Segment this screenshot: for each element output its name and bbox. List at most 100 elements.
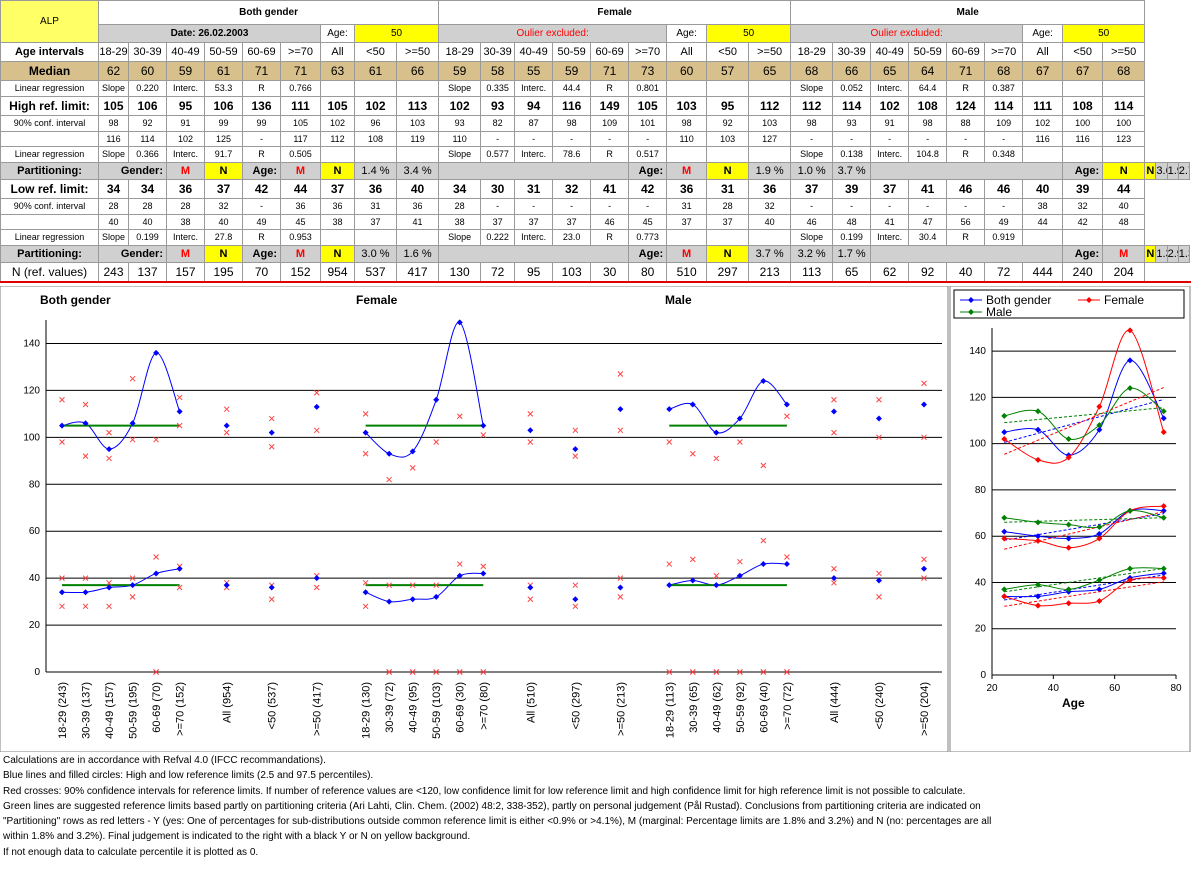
cell-age-intervals: All	[1022, 42, 1064, 62]
cell-lr-high: R	[242, 80, 281, 97]
x-tick-label: <50 (240)	[874, 682, 886, 729]
cell-ci-high-hi: 108	[354, 131, 397, 147]
cell-median: 68	[984, 61, 1024, 81]
cell-median: 62	[98, 61, 129, 81]
row-label-ci-low-lo: 90% conf. interval	[0, 198, 99, 215]
group-title-male: Male	[790, 0, 1146, 25]
cell-ci-low-lo: 28	[128, 198, 167, 215]
cell-ci-high-lo: 93	[438, 115, 482, 132]
cell-n-values: 62	[870, 262, 910, 282]
x-tick-label: >=50 (213)	[615, 682, 627, 736]
cell-ci-low-lo: 31	[666, 198, 708, 215]
cell-ci-high-hi: -	[790, 131, 834, 147]
cell-low-limit: 44	[280, 179, 321, 199]
cell-age-intervals: 18-29	[790, 42, 834, 62]
cell-high-limit: 112	[790, 96, 834, 116]
partition-cell: 1.3 %	[1155, 245, 1168, 263]
cell-lr-low: 30.4	[908, 229, 948, 246]
cell-lr-high2: Interc.	[870, 146, 910, 163]
x-tick-label: 60-69 (70)	[151, 682, 163, 733]
cell-lr-high	[706, 80, 750, 97]
cell-low-limit: 31	[514, 179, 554, 199]
cell-lr-high: Interc.	[514, 80, 554, 97]
cell-median: 59	[166, 61, 205, 81]
cell-lr-low: 23.0	[552, 229, 592, 246]
x-tick-label: All (954)	[222, 682, 234, 723]
cell-low-limit: 32	[552, 179, 592, 199]
cell-ci-high-hi: -	[870, 131, 910, 147]
cell-ci-high-lo: 98	[790, 115, 834, 132]
cell-ci-low-lo: 38	[1022, 198, 1064, 215]
age-label: Age:	[1022, 24, 1064, 43]
cell-ci-high-hi: 102	[166, 131, 205, 147]
cell-low-limit: 34	[98, 179, 129, 199]
cell-lr-high2: 0.505	[280, 146, 321, 163]
y-tick-label: 140	[23, 338, 40, 349]
cell-low-limit: 37	[790, 179, 834, 199]
cell-ci-high-lo: 87	[514, 115, 554, 132]
cell-ci-low-lo: 32	[1062, 198, 1104, 215]
cell-ci-low-lo: -	[908, 198, 948, 215]
cell-lr-high2	[1062, 146, 1104, 163]
cell-lr-low	[320, 229, 355, 246]
x-tick-label: >=70 (80)	[478, 682, 490, 730]
cell-n-values: 417	[395, 262, 440, 282]
x-tick-label: All (510)	[525, 682, 537, 723]
cell-ci-low-hi: 37	[514, 214, 554, 230]
cell-high-limit: 112	[748, 96, 792, 116]
legend-label: Male	[986, 305, 1012, 319]
cell-age-intervals: <50	[354, 42, 397, 62]
panel-title: Both gender	[40, 293, 111, 307]
cell-ci-high-lo: 93	[832, 115, 872, 132]
cell-lr-low: Interc.	[166, 229, 205, 246]
partition-cell: Age:	[1062, 162, 1104, 180]
cell-ci-high-lo: 88	[946, 115, 986, 132]
cell-high-limit: 105	[320, 96, 355, 116]
cell-median: 65	[748, 61, 792, 81]
cell-lr-low	[666, 229, 708, 246]
cell-high-limit: 108	[908, 96, 948, 116]
cell-lr-low	[395, 229, 440, 246]
cell-lr-low: R	[242, 229, 281, 246]
main-plot-area	[46, 320, 942, 672]
cell-ci-high-lo: 99	[204, 115, 243, 132]
cell-age-intervals: All	[666, 42, 708, 62]
cell-median: 73	[628, 61, 668, 81]
cell-ci-high-hi: -	[984, 131, 1024, 147]
cell-ci-high-hi: 110	[438, 131, 482, 147]
y-tick-label: 80	[975, 485, 987, 496]
y-tick-label: 100	[23, 432, 40, 443]
x-tick-label: 80	[1170, 683, 1182, 694]
cell-ci-low-lo: -	[514, 198, 554, 215]
panel-title: Female	[356, 293, 398, 307]
cell-ci-low-lo: 28	[166, 198, 205, 215]
cell-lr-high2: 0.138	[832, 146, 872, 163]
cell-low-limit: 39	[832, 179, 872, 199]
cell-ci-high-lo: 96	[354, 115, 397, 132]
y-tick-label: 40	[29, 573, 41, 584]
cell-high-limit: 103	[666, 96, 708, 116]
cell-high-limit: 114	[1102, 96, 1146, 116]
cell-n-values: 70	[242, 262, 281, 282]
x-tick-label: 50-59 (103)	[431, 682, 443, 739]
cell-ci-high-hi: 116	[1062, 131, 1104, 147]
cell-high-limit: 124	[946, 96, 986, 116]
partition-cell: Age:	[628, 162, 668, 180]
cell-median: 55	[514, 61, 554, 81]
cell-age-intervals: >=70	[280, 42, 321, 62]
cell-lr-high: Slope	[438, 80, 482, 97]
partition-cell: N	[204, 245, 243, 263]
cell-ci-high-hi: 119	[395, 131, 440, 147]
cell-median: 59	[438, 61, 482, 81]
cell-ci-low-hi: 40	[98, 214, 129, 230]
cell-age-intervals: 40-49	[166, 42, 205, 62]
cell-ci-high-hi: 110	[666, 131, 708, 147]
cell-age-intervals: 60-69	[242, 42, 281, 62]
cell-lr-low: R	[946, 229, 986, 246]
cell-lr-low	[1102, 229, 1146, 246]
cell-ci-low-lo: -	[832, 198, 872, 215]
row-label-ci-high-lo: 90% conf. interval	[0, 115, 99, 132]
cell-ci-low-hi: 44	[1022, 214, 1064, 230]
cell-high-limit: 94	[514, 96, 554, 116]
x-tick-label: 60-69 (30)	[455, 682, 467, 733]
